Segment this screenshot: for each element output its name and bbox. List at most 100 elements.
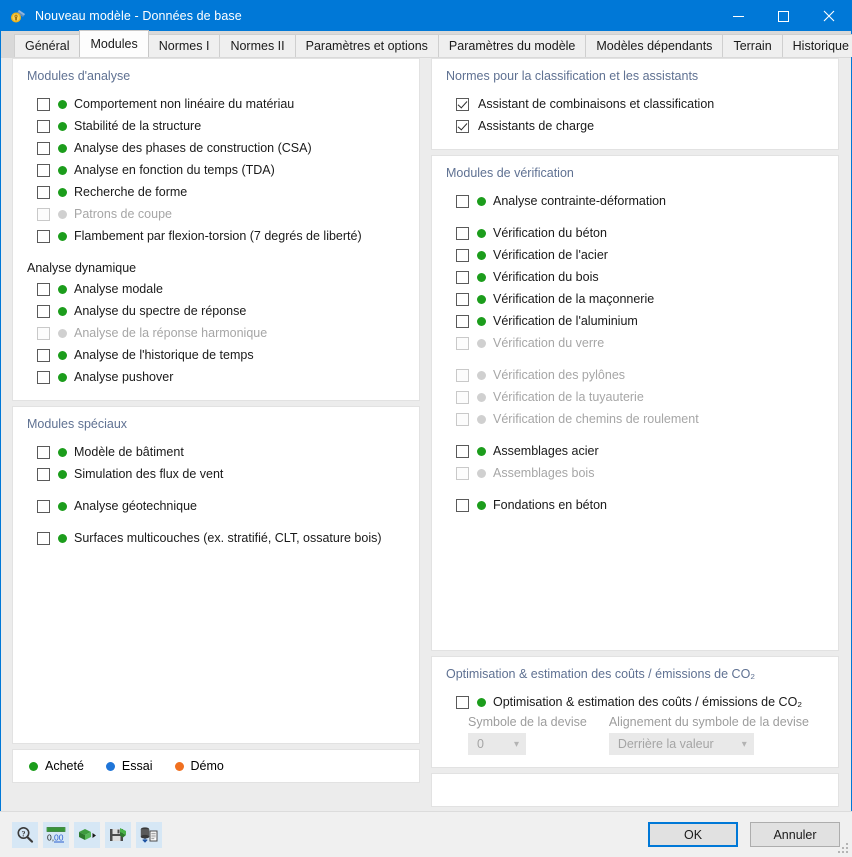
special-module-row[interactable]: Surfaces multicouches (ex. stratifié, CL… (27, 527, 405, 549)
analysis-module-checkbox[interactable] (37, 163, 50, 177)
design-module-checkbox[interactable] (456, 248, 469, 262)
design-module-checkbox[interactable] (456, 292, 469, 306)
standards-module-checkbox[interactable] (456, 119, 469, 133)
tab-param-tres-du-mod-le[interactable]: Paramètres du modèle (437, 34, 587, 57)
dynamic-module-row[interactable]: Analyse du spectre de réponse (27, 300, 405, 322)
special-module-checkbox[interactable] (37, 531, 50, 545)
tab-terrain[interactable]: Terrain (722, 34, 783, 57)
analysis-module-row[interactable]: Recherche de forme (27, 181, 405, 203)
special-module-status-dot (58, 447, 67, 457)
design-module-row[interactable]: Vérification de l'aluminium (446, 310, 824, 332)
dynamic-module-checkbox[interactable] (37, 304, 50, 318)
currency-symbol-label: Symbole de la devise (468, 715, 587, 729)
design-module-label: Vérification de la tuyauterie (493, 390, 644, 404)
dynamic-module-checkbox[interactable] (37, 370, 50, 384)
minimize-button[interactable] (716, 1, 761, 31)
tab-normes-ii[interactable]: Normes II (219, 34, 296, 57)
design-module-status-dot (477, 468, 486, 478)
design-modules-title: Modules de vérification (446, 166, 574, 180)
currency-align-value: Derrière la valeur (617, 737, 714, 751)
legend-item: Acheté (29, 759, 84, 773)
design-module-row[interactable]: Fondations en béton (446, 494, 824, 516)
design-modules-group: Modules de vérification Analyse contrain… (431, 155, 839, 651)
dynamic-module-row[interactable]: Analyse modale (27, 278, 405, 300)
chevron-down-icon: ▾ (741, 738, 747, 750)
co2-checkbox[interactable] (456, 695, 469, 709)
standards-module-row[interactable]: Assistants de charge (446, 115, 824, 137)
ok-button[interactable]: OK (648, 822, 738, 847)
standards-module-row[interactable]: Assistant de combinaisons et classificat… (446, 93, 824, 115)
standards-list: Assistant de combinaisons et classificat… (446, 93, 824, 137)
export-icon[interactable] (74, 821, 100, 848)
analysis-module-checkbox[interactable] (37, 229, 50, 243)
design-module-row[interactable]: Vérification du bois (446, 266, 824, 288)
special-module-checkbox[interactable] (37, 445, 50, 459)
currency-align-select[interactable]: Derrière la valeur ▾ (608, 733, 754, 755)
analysis-module-row[interactable]: Flambement par flexion-torsion (7 degrés… (27, 225, 405, 247)
design-module-checkbox[interactable] (456, 314, 469, 328)
close-button[interactable] (806, 1, 851, 31)
analysis-module-checkbox[interactable] (37, 185, 50, 199)
analysis-module-row[interactable]: Analyse des phases de construction (CSA) (27, 137, 405, 159)
legend-label: Essai (121, 759, 153, 773)
special-module-row[interactable]: Analyse géotechnique (27, 495, 405, 517)
special-module-checkbox[interactable] (37, 499, 50, 513)
special-modules-group: Modules spéciaux Modèle de bâtiment Simul… (12, 406, 420, 744)
database-document-icon[interactable] (136, 821, 162, 848)
design-module-label: Analyse contrainte-déformation (493, 194, 667, 208)
design-module-row[interactable]: Assemblages acier (446, 440, 824, 462)
analysis-module-checkbox[interactable] (37, 119, 50, 133)
number-format-icon[interactable]: 0, 00 (43, 821, 69, 848)
svg-text:00: 00 (54, 832, 64, 842)
design-module-checkbox[interactable] (456, 444, 469, 458)
design-module-checkbox (456, 412, 469, 426)
maximize-button[interactable] (761, 1, 806, 31)
analysis-module-label: Patrons de coupe (74, 207, 172, 221)
tab-normes-i[interactable]: Normes I (147, 34, 221, 57)
analysis-module-checkbox[interactable] (37, 97, 50, 111)
co2-fields: Symbole de la devise 0 ▾ Alignement du s… (446, 715, 824, 755)
dynamic-module-row[interactable]: Analyse de l'historique de temps (27, 344, 405, 366)
standards-module-checkbox[interactable] (456, 97, 469, 111)
tab-mod-les-d-pendants[interactable]: Modèles dépendants (585, 34, 724, 57)
design-module-checkbox[interactable] (456, 498, 469, 512)
special-module-checkbox[interactable] (37, 467, 50, 481)
special-module-status-dot (58, 469, 67, 479)
design-module-row[interactable]: Vérification de l'acier (446, 244, 824, 266)
currency-symbol-select[interactable]: 0 ▾ (468, 733, 526, 755)
design-module-label: Vérification de l'aluminium (493, 314, 638, 328)
analysis-module-row[interactable]: Analyse en fonction du temps (TDA) (27, 159, 405, 181)
design-module-label: Vérification de chemins de roulement (493, 412, 699, 426)
analysis-module-checkbox[interactable] (37, 141, 50, 155)
design-module-label: Vérification du béton (493, 226, 607, 240)
design-module-row[interactable]: Vérification du béton (446, 222, 824, 244)
special-module-row[interactable]: Modèle de bâtiment (27, 441, 405, 463)
special-module-status-dot (58, 501, 67, 511)
cancel-button[interactable]: Annuler (750, 822, 840, 847)
tab-g-n-ral[interactable]: Général (14, 34, 81, 57)
tab-modules[interactable]: Modules (79, 30, 149, 57)
legend-status-dot (174, 761, 184, 771)
tab-strip[interactable]: Général Modules Normes I Normes II Paramètre… (1, 30, 852, 58)
dynamic-module-checkbox[interactable] (37, 348, 50, 362)
save-settings-icon[interactable] (105, 821, 131, 848)
dynamic-module-row[interactable]: Analyse pushover (27, 366, 405, 388)
design-module-checkbox[interactable] (456, 194, 469, 208)
help-magnifier-icon[interactable]: ? (12, 821, 38, 848)
analysis-modules-title: Modules d'analyse (27, 69, 131, 83)
design-module-row[interactable]: Analyse contrainte-déformation (446, 190, 824, 212)
resize-grip[interactable] (838, 843, 849, 854)
design-module-row[interactable]: Vérification de la maçonnerie (446, 288, 824, 310)
analysis-module-row[interactable]: Comportement non linéaire du matériau (27, 93, 405, 115)
co2-checkbox-row[interactable]: Optimisation & estimation des coûts / ém… (446, 691, 824, 713)
design-module-label: Vérification du bois (493, 270, 599, 284)
analysis-module-row[interactable]: Stabilité de la structure (27, 115, 405, 137)
special-module-row[interactable]: Simulation des flux de vent (27, 463, 405, 485)
dynamic-module-checkbox[interactable] (37, 282, 50, 296)
design-module-checkbox[interactable] (456, 226, 469, 240)
design-module-status-dot (477, 228, 486, 238)
analysis-module-label: Recherche de forme (74, 185, 188, 199)
tab-param-tres-et-options[interactable]: Paramètres et options (294, 34, 439, 57)
design-module-checkbox[interactable] (456, 270, 469, 284)
tab-historique[interactable]: Historique (781, 34, 852, 57)
